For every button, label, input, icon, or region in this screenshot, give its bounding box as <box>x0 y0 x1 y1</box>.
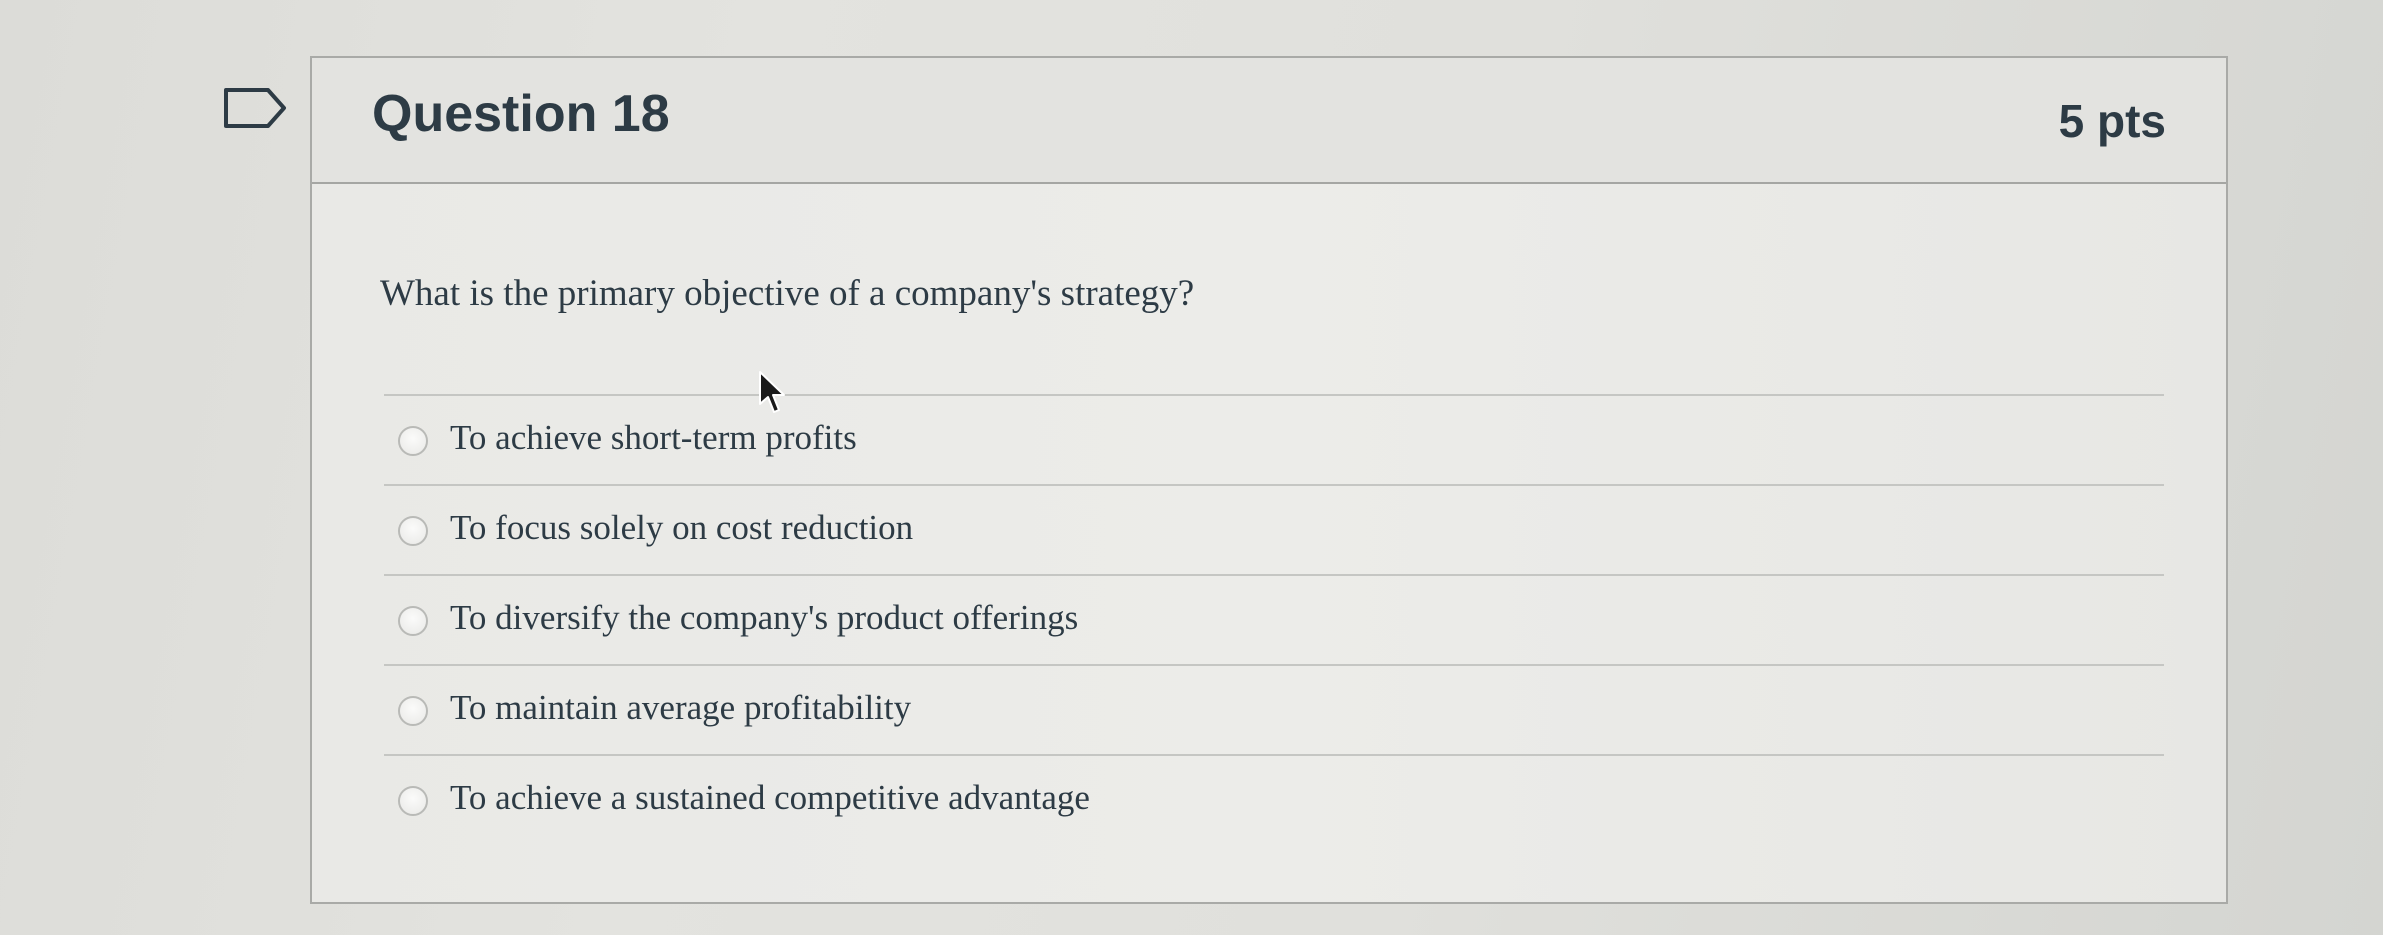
answer-option-1[interactable]: To achieve short-term profits <box>384 396 2164 486</box>
question-card: Question 18 5 pts What is the primary ob… <box>310 56 2228 904</box>
answer-option-3[interactable]: To diversify the company's product offer… <box>384 576 2164 666</box>
radio-button[interactable] <box>398 786 428 816</box>
answer-label[interactable]: To diversify the company's product offer… <box>450 598 1078 638</box>
answer-option-4[interactable]: To maintain average profitability <box>384 666 2164 756</box>
answer-option-2[interactable]: To focus solely on cost reduction <box>384 486 2164 576</box>
radio-button[interactable] <box>398 606 428 636</box>
question-points: 5 pts <box>2058 95 2166 147</box>
answer-label[interactable]: To focus solely on cost reduction <box>450 508 913 548</box>
answer-option-5[interactable]: To achieve a sustained competitive advan… <box>384 756 2164 846</box>
radio-button[interactable] <box>398 426 428 456</box>
radio-button[interactable] <box>398 696 428 726</box>
answer-label[interactable]: To achieve short-term profits <box>450 418 857 458</box>
radio-button[interactable] <box>398 516 428 546</box>
mouse-pointer-icon <box>758 370 788 416</box>
answer-list: To achieve short-term profits To focus s… <box>384 394 2164 846</box>
answer-label[interactable]: To achieve a sustained competitive advan… <box>450 778 1090 818</box>
flag-question-icon[interactable] <box>222 86 288 130</box>
question-title: Question 18 <box>372 85 670 143</box>
question-text: What is the primary objective of a compa… <box>380 273 1195 314</box>
answer-label[interactable]: To maintain average profitability <box>450 688 911 728</box>
question-header: Question 18 5 pts <box>312 58 2226 184</box>
